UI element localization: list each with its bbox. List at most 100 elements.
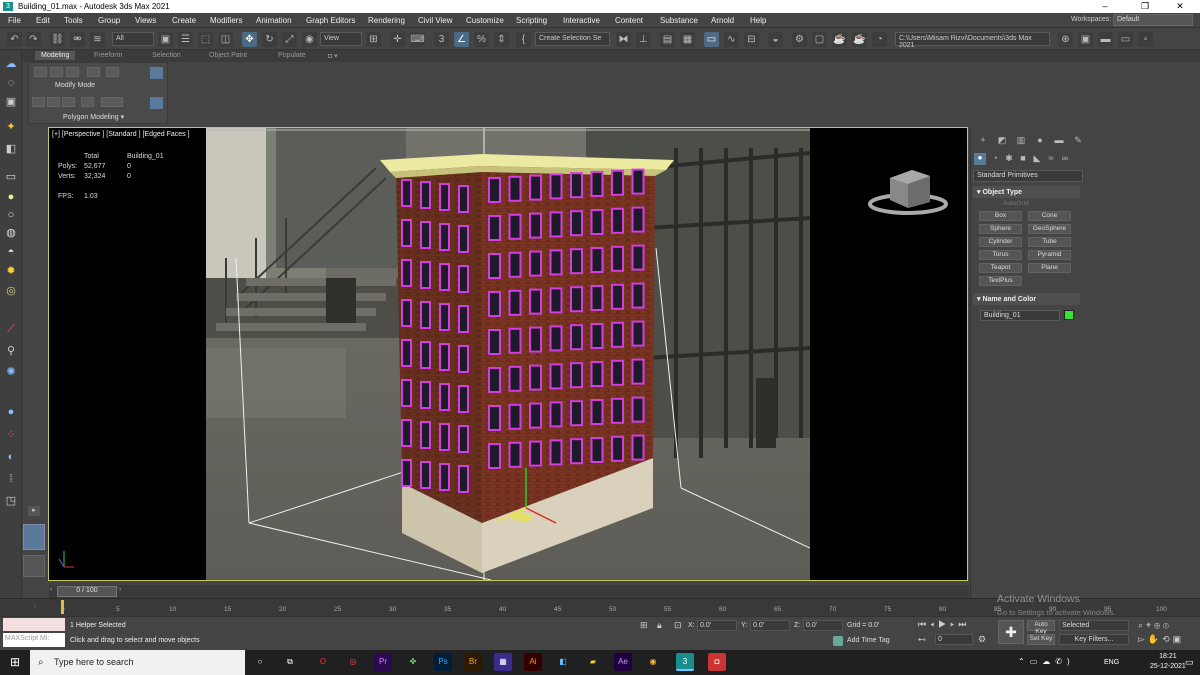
- menu-interactive[interactable]: Interactive: [563, 16, 600, 25]
- time-slider-next-icon[interactable]: ›: [119, 586, 126, 597]
- y-coordinate-field[interactable]: 0.0': [750, 620, 790, 631]
- teapot-icon[interactable]: ◓: [3, 245, 19, 260]
- render-iterative-icon[interactable]: ☕: [852, 32, 867, 47]
- ribbon-tool-icon[interactable]: [106, 67, 119, 77]
- object-type-rollout[interactable]: ▾ Object Type: [973, 186, 1080, 198]
- menu-create[interactable]: Create: [172, 16, 196, 25]
- menu-animation[interactable]: Animation: [256, 16, 292, 25]
- absolute-mode-icon[interactable]: ⊡: [674, 620, 682, 631]
- place-icon[interactable]: ◉: [302, 32, 317, 47]
- select-move-icon[interactable]: ✥: [242, 32, 257, 47]
- menu-customize[interactable]: Customize: [466, 16, 504, 25]
- link-icon[interactable]: ⛓: [50, 32, 65, 47]
- select-rotate-icon[interactable]: ↻: [262, 32, 277, 47]
- select-manipulate-icon[interactable]: ✛: [390, 32, 405, 47]
- expand-arrow-icon[interactable]: ▸: [28, 506, 40, 516]
- motion-tab-icon[interactable]: ●: [1033, 135, 1047, 147]
- taskbar-search-box[interactable]: Type here to search: [30, 650, 245, 675]
- ribbon-option-icon[interactable]: [150, 67, 163, 79]
- menu-content[interactable]: Content: [615, 16, 643, 25]
- chrome-icon[interactable]: ◉: [644, 653, 662, 671]
- set-key-button[interactable]: Set Key: [1027, 634, 1055, 645]
- select-by-name-icon[interactable]: ☰: [178, 32, 193, 47]
- file-explorer-icon[interactable]: ▰: [584, 653, 602, 671]
- arnold-render-icon[interactable]: ◔: [872, 32, 887, 47]
- cloud-icon[interactable]: ☁: [3, 57, 19, 72]
- undo-icon[interactable]: ↶: [7, 32, 22, 47]
- object-color-swatch[interactable]: [1064, 310, 1074, 320]
- auto-key-button[interactable]: Auto Key: [1027, 620, 1055, 635]
- menu-arnold[interactable]: Arnold: [711, 16, 734, 25]
- menu-group[interactable]: Group: [98, 16, 120, 25]
- ribbon-tool-icon[interactable]: [101, 97, 123, 107]
- schematic-view-icon[interactable]: ⊟: [744, 32, 759, 47]
- polygon-modeling-dropdown[interactable]: Polygon Modeling ▾: [63, 113, 124, 121]
- menu-graph-editors[interactable]: Graph Editors: [306, 16, 355, 25]
- isolate-selection-icon[interactable]: ⊞: [640, 620, 648, 631]
- key-selection-dropdown[interactable]: Selected: [1059, 620, 1129, 631]
- task-view-icon[interactable]: ⧉: [281, 653, 299, 671]
- tab-freeform[interactable]: Freeform: [88, 51, 128, 60]
- ribbon-tool-icon[interactable]: [87, 67, 100, 77]
- render-icon[interactable]: ◐: [3, 450, 19, 465]
- layer-explorer-icon[interactable]: ▦: [680, 32, 695, 47]
- camera-app-icon[interactable]: ◘: [708, 653, 726, 671]
- time-tag-icon[interactable]: [833, 636, 843, 646]
- lights-category-icon[interactable]: ✱: [1002, 153, 1016, 165]
- opera-icon[interactable]: O: [314, 653, 332, 671]
- maximize-button[interactable]: ❐: [1125, 0, 1165, 13]
- unlink-icon[interactable]: ⚮: [70, 32, 85, 47]
- key-filters-button[interactable]: Key Filters...: [1059, 634, 1129, 645]
- light-icon[interactable]: ✦: [3, 120, 19, 135]
- keyboard-shortcut-icon[interactable]: ⌨: [410, 32, 425, 47]
- torus-button[interactable]: Torus: [979, 250, 1022, 260]
- add-time-tag[interactable]: Add Time Tag: [847, 637, 890, 644]
- ribbon-tool-icon[interactable]: [50, 67, 63, 77]
- menu-tools[interactable]: Tools: [64, 16, 83, 25]
- cone-icon[interactable]: ●: [3, 190, 19, 205]
- viewport-nav-controls-2[interactable]: ▻✋⟲▣: [1138, 634, 1184, 645]
- name-and-color-rollout[interactable]: ▾ Name and Color: [973, 293, 1080, 305]
- sun-icon[interactable]: ✹: [3, 264, 19, 279]
- tool-icon[interactable]: ◧: [3, 142, 19, 157]
- selection-filter-dropdown[interactable]: All: [112, 32, 154, 46]
- snaps-toggle-icon[interactable]: 3: [434, 32, 449, 47]
- systems-category-icon[interactable]: ∞: [1058, 153, 1072, 165]
- tab-populate[interactable]: Populate: [272, 51, 312, 60]
- create-tab-icon[interactable]: +: [976, 135, 990, 147]
- maxscript-listener-top[interactable]: [3, 618, 65, 631]
- render-production-icon[interactable]: ☕: [832, 32, 847, 47]
- tube-button[interactable]: Tube: [1028, 237, 1071, 247]
- material-editor-icon[interactable]: ◒: [768, 32, 783, 47]
- language-indicator[interactable]: ENG: [1104, 659, 1119, 666]
- time-slider-prev-icon[interactable]: ‹: [50, 586, 57, 597]
- notifications-icon[interactable]: ▭: [1185, 657, 1194, 668]
- menu-file[interactable]: File: [8, 16, 21, 25]
- percent-snap-icon[interactable]: %: [474, 32, 489, 47]
- viewport-nav-controls[interactable]: ⌕⌖⊕⊚: [1138, 620, 1172, 631]
- material-ball-icon[interactable]: ●: [3, 405, 19, 420]
- minimize-button[interactable]: –: [1085, 0, 1125, 13]
- sphere-button[interactable]: Sphere: [979, 224, 1022, 234]
- display-tab-icon[interactable]: ▬: [1052, 135, 1066, 147]
- helpers-category-icon[interactable]: ◣: [1030, 153, 1044, 165]
- utilities-tab-icon[interactable]: ✎: [1071, 135, 1085, 147]
- after-effects-icon[interactable]: Ae: [614, 653, 632, 671]
- set-project-icon[interactable]: ▫: [1138, 32, 1153, 47]
- menu-views[interactable]: Views: [135, 16, 156, 25]
- render-setup-icon[interactable]: ⚙: [792, 32, 807, 47]
- time-slider-thumb[interactable]: 0 / 100: [57, 586, 117, 597]
- scene-explorer-icon[interactable]: ▤: [660, 32, 675, 47]
- select-scale-icon[interactable]: ⤢: [282, 32, 297, 47]
- shapes-category-icon[interactable]: ◔: [988, 153, 1002, 165]
- windows-start-icon[interactable]: ⊞: [0, 650, 30, 675]
- playback-controls[interactable]: ⏮◂▶▸⏭: [918, 619, 970, 630]
- illustrator-icon[interactable]: Ai: [524, 653, 542, 671]
- menu-rendering[interactable]: Rendering: [368, 16, 405, 25]
- globe-icon[interactable]: ✺: [3, 365, 19, 380]
- selection-lock-icon[interactable]: 🔒︎: [657, 620, 662, 631]
- tab-selection[interactable]: Selection: [146, 51, 187, 60]
- app-icon-2[interactable]: ◧: [554, 653, 572, 671]
- open-folder-icon[interactable]: ▬: [1098, 32, 1113, 47]
- menu-substance[interactable]: Substance: [660, 16, 698, 25]
